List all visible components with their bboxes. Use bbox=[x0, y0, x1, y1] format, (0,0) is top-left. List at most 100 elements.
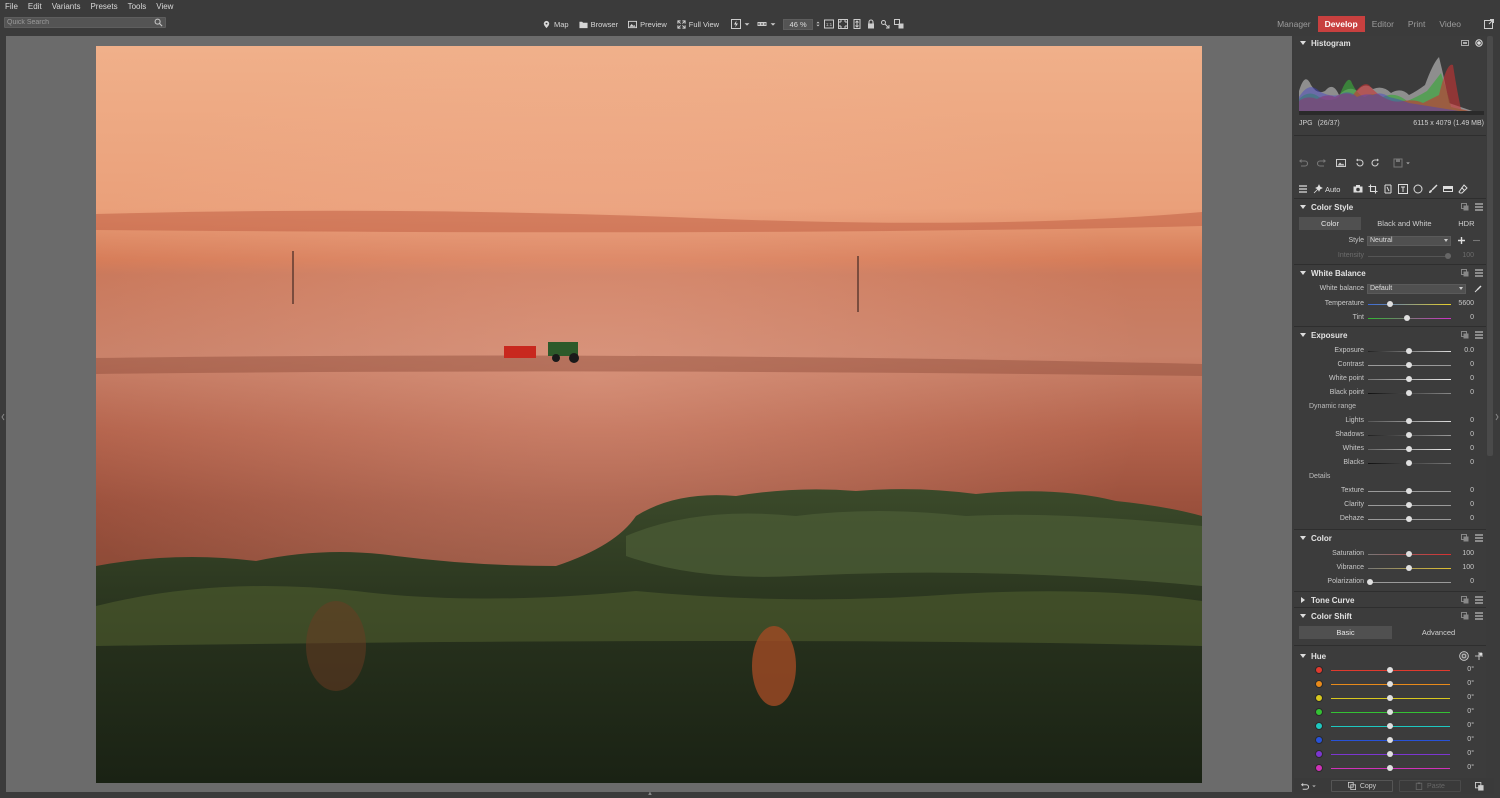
copy-settings-icon[interactable] bbox=[1461, 534, 1469, 542]
tab-basic[interactable]: Basic bbox=[1299, 626, 1392, 639]
external-link-icon[interactable] bbox=[1484, 19, 1494, 29]
color-style-header[interactable]: Color Style bbox=[1294, 200, 1486, 214]
section-menu-icon[interactable] bbox=[1475, 612, 1483, 620]
shadows-knob[interactable] bbox=[1406, 432, 1412, 438]
fit-screen-icon[interactable] bbox=[836, 17, 850, 31]
histogram-header[interactable]: Histogram bbox=[1294, 36, 1486, 50]
map-button[interactable]: Map bbox=[538, 17, 575, 31]
paste-button[interactable]: Paste bbox=[1399, 780, 1461, 792]
histogram-mode-icon[interactable] bbox=[1475, 39, 1483, 47]
section-menu-icon[interactable] bbox=[1475, 203, 1483, 211]
filmstrip-dropdown[interactable] bbox=[755, 17, 769, 31]
hue-yellow-knob[interactable] bbox=[1387, 695, 1393, 701]
lights-knob[interactable] bbox=[1406, 418, 1412, 424]
reset-icon[interactable] bbox=[1300, 782, 1309, 791]
search-icon[interactable] bbox=[154, 18, 163, 27]
color-wheel-icon[interactable] bbox=[1459, 651, 1469, 661]
black-point-knob[interactable] bbox=[1406, 390, 1412, 396]
actual-size-icon[interactable]: 1:1 bbox=[822, 17, 836, 31]
browser-button[interactable]: Browser bbox=[575, 17, 625, 31]
fill-screen-icon[interactable] bbox=[850, 17, 864, 31]
temperature-knob[interactable] bbox=[1387, 301, 1393, 307]
menu-file[interactable]: File bbox=[0, 0, 23, 14]
loupe-icon[interactable] bbox=[892, 17, 906, 31]
white-balance-select[interactable]: Default bbox=[1367, 284, 1466, 294]
blacks-knob[interactable] bbox=[1406, 460, 1412, 466]
tint-knob[interactable] bbox=[1404, 315, 1410, 321]
image-viewer[interactable] bbox=[6, 36, 1292, 792]
whites-knob[interactable] bbox=[1406, 446, 1412, 452]
brush-icon[interactable] bbox=[1428, 184, 1438, 194]
crop-icon[interactable] bbox=[1368, 184, 1378, 194]
search-input[interactable] bbox=[7, 18, 147, 27]
add-icon[interactable] bbox=[1458, 237, 1465, 244]
hue-green-knob[interactable] bbox=[1387, 709, 1393, 715]
perspective-icon[interactable] bbox=[1383, 184, 1393, 194]
tab-manager[interactable]: Manager bbox=[1270, 16, 1318, 32]
main-photo[interactable] bbox=[96, 46, 1202, 783]
zoom-field[interactable]: 46 % bbox=[783, 18, 814, 30]
clarity-knob[interactable] bbox=[1406, 502, 1412, 508]
section-menu-icon[interactable] bbox=[1475, 534, 1483, 542]
text-icon[interactable] bbox=[1398, 184, 1409, 194]
tab-black-and-white[interactable]: Black and White bbox=[1361, 217, 1448, 230]
left-panel-toggle-icon[interactable] bbox=[1, 413, 5, 421]
lock-icon[interactable] bbox=[864, 17, 878, 31]
tab-advanced[interactable]: Advanced bbox=[1392, 626, 1485, 639]
hue-cyan-knob[interactable] bbox=[1387, 723, 1393, 729]
chevron-down-icon[interactable] bbox=[743, 17, 751, 31]
texture-knob[interactable] bbox=[1406, 488, 1412, 494]
chevron-down-icon[interactable] bbox=[769, 17, 777, 31]
auto-enhance-icon[interactable] bbox=[1313, 184, 1323, 194]
white-point-knob[interactable] bbox=[1406, 376, 1412, 382]
remove-icon[interactable] bbox=[1473, 237, 1480, 244]
image-icon[interactable] bbox=[1336, 158, 1346, 168]
tab-editor[interactable]: Editor bbox=[1365, 16, 1401, 32]
temperature-slider[interactable] bbox=[1368, 304, 1451, 305]
tone-curve-header[interactable]: Tone Curve bbox=[1294, 593, 1486, 607]
contrast-knob[interactable] bbox=[1406, 362, 1412, 368]
section-menu-icon[interactable] bbox=[1475, 269, 1483, 277]
color-shift-header[interactable]: Color Shift bbox=[1294, 609, 1486, 623]
tab-print[interactable]: Print bbox=[1401, 16, 1432, 32]
menu-presets[interactable]: Presets bbox=[85, 0, 122, 14]
section-menu-icon[interactable] bbox=[1475, 596, 1483, 604]
hue-magenta-knob[interactable] bbox=[1387, 765, 1393, 771]
copy-settings-icon[interactable] bbox=[1461, 612, 1469, 620]
bottom-panel-toggle-icon[interactable]: ▲ bbox=[645, 791, 655, 797]
saturation-knob[interactable] bbox=[1406, 551, 1412, 557]
histogram-options-icon[interactable] bbox=[1461, 39, 1469, 47]
flash-dropdown[interactable] bbox=[729, 17, 743, 31]
section-menu-icon[interactable] bbox=[1475, 331, 1483, 339]
color-header[interactable]: Color bbox=[1294, 531, 1486, 545]
redo-icon[interactable] bbox=[1317, 158, 1327, 168]
exposure-knob[interactable] bbox=[1406, 348, 1412, 354]
hue-red-knob[interactable] bbox=[1387, 667, 1393, 673]
polarization-slider[interactable] bbox=[1368, 582, 1451, 583]
style-select[interactable]: Neutral bbox=[1367, 236, 1451, 246]
camera-icon[interactable] bbox=[1353, 184, 1363, 194]
tab-video[interactable]: Video bbox=[1432, 16, 1468, 32]
rotate-right-icon[interactable] bbox=[1370, 158, 1380, 168]
save-preset-icon[interactable] bbox=[1393, 158, 1403, 168]
polarization-knob[interactable] bbox=[1367, 579, 1373, 585]
tab-hdr[interactable]: HDR bbox=[1448, 217, 1485, 230]
tab-color[interactable]: Color bbox=[1299, 217, 1361, 230]
white-balance-header[interactable]: White Balance bbox=[1294, 266, 1486, 280]
menu-edit[interactable]: Edit bbox=[23, 0, 47, 14]
copy-settings-icon[interactable] bbox=[1461, 331, 1469, 339]
panel-scrollbar[interactable] bbox=[1487, 36, 1493, 456]
right-panel-toggle-icon[interactable] bbox=[1495, 413, 1499, 421]
zoom-stepper[interactable] bbox=[814, 17, 822, 31]
target-adjust-icon[interactable] bbox=[1475, 652, 1483, 660]
copy-button[interactable]: Copy bbox=[1331, 780, 1393, 792]
menu-tools[interactable]: Tools bbox=[123, 0, 152, 14]
presets-icon[interactable] bbox=[1298, 184, 1308, 194]
full-view-button[interactable]: Full View bbox=[673, 17, 725, 31]
paste-special-icon[interactable] bbox=[1475, 781, 1484, 791]
gradient-icon[interactable] bbox=[1443, 184, 1454, 194]
menu-variants[interactable]: Variants bbox=[47, 0, 86, 14]
tab-develop[interactable]: Develop bbox=[1317, 16, 1365, 32]
chevron-down-icon[interactable] bbox=[1405, 158, 1411, 168]
menu-view[interactable]: View bbox=[151, 0, 178, 14]
